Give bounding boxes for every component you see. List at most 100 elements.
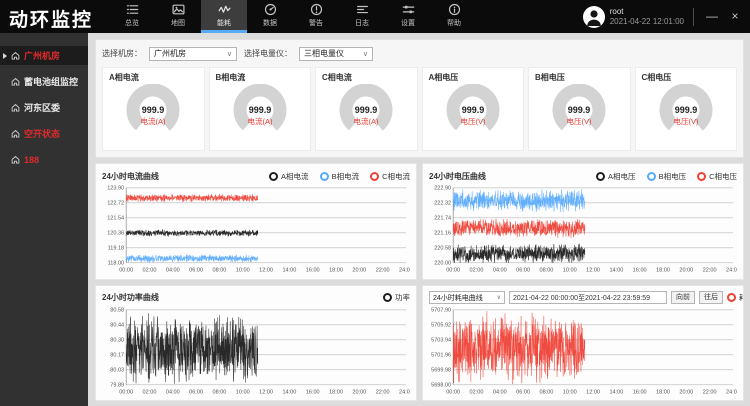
svg-text:80.44: 80.44 — [110, 322, 124, 328]
backward-button[interactable]: 往后 — [699, 291, 723, 304]
svg-text:20:00: 20:00 — [679, 268, 693, 274]
svg-text:22:00: 22:00 — [703, 389, 717, 395]
svg-text:18:00: 18:00 — [329, 268, 343, 274]
legend-ring-icon — [596, 172, 605, 181]
svg-text:123.90: 123.90 — [107, 186, 124, 192]
overview-icon — [126, 3, 139, 16]
close-button[interactable]: × — [726, 0, 744, 33]
date-range-input[interactable] — [509, 291, 667, 304]
nav-tab-settings[interactable]: 设置 — [385, 0, 431, 33]
minimize-button[interactable]: — — [703, 0, 721, 33]
nav-tab-energy[interactable]: 能耗 — [201, 0, 247, 33]
svg-text:22:00: 22:00 — [703, 268, 717, 274]
svg-text:14:00: 14:00 — [282, 389, 296, 395]
legend-item-0[interactable]: 耗电 — [727, 292, 744, 303]
chart-header: 24小时耗电曲线∨向前往后耗电 — [429, 290, 737, 306]
svg-text:18:00: 18:00 — [329, 389, 343, 395]
nav-tab-map[interactable]: 地图 — [155, 0, 201, 33]
legend-item-0[interactable]: A相电流 — [269, 171, 309, 182]
chart-panel-0: 24小时电流曲线A相电流B相电流C相电流123.90122.72121.5412… — [95, 163, 417, 280]
svg-text:02:00: 02:00 — [470, 389, 484, 395]
forward-button[interactable]: 向前 — [671, 291, 695, 304]
sidebar-item-4[interactable]: 188 — [0, 150, 88, 169]
chart-panel-1: 24小时电压曲线A相电压B相电压C相电压222.90222.32221.7422… — [422, 163, 744, 280]
nav-tab-overview[interactable]: 总览 — [109, 0, 155, 33]
home-icon — [11, 77, 20, 86]
sidebar-item-label: 河东区委 — [24, 101, 60, 114]
legend-label: B相电流 — [332, 171, 360, 182]
legend-ring-icon — [697, 172, 706, 181]
svg-text:16:00: 16:00 — [633, 268, 647, 274]
svg-text:06:00: 06:00 — [189, 389, 203, 395]
svg-text:04:00: 04:00 — [166, 389, 180, 395]
chart-header: 24小时功率曲线功率 — [102, 290, 410, 306]
legend-item-2[interactable]: C相电流 — [370, 171, 410, 182]
chart-panel-3: 24小时耗电曲线∨向前往后耗电5707.905705.925703.945701… — [422, 285, 744, 402]
svg-text:00:00: 00:00 — [446, 389, 460, 395]
nav-tab-label: 警告 — [309, 18, 323, 28]
svg-text:5701.96: 5701.96 — [431, 352, 451, 358]
nav-tab-alert[interactable]: 警告 — [293, 0, 339, 33]
sidebar-item-label: 蓄电池组监控 — [24, 75, 78, 88]
room-select[interactable]: 广州机房 ∨ — [149, 47, 237, 61]
legend-label: C相电流 — [382, 171, 410, 182]
gauge-unit-label: 电压(V) — [567, 116, 592, 126]
energy-icon — [218, 3, 231, 16]
legend-item-0[interactable]: A相电压 — [596, 171, 636, 182]
topbar-divider — [693, 8, 694, 26]
legend-item-0[interactable]: 功率 — [383, 292, 410, 303]
svg-text:14:00: 14:00 — [609, 268, 623, 274]
sidebar-item-1[interactable]: 蓄电池组监控 — [0, 72, 88, 91]
gauge-card-1: B相电流999.9电流(A) — [209, 67, 312, 151]
nav-tab-data[interactable]: 数据 — [247, 0, 293, 33]
chart-legend: A相电流 B相电流 C相电流 — [269, 171, 410, 182]
legend-label: A相电流 — [281, 171, 309, 182]
expand-caret-icon — [3, 53, 7, 59]
gauge-value: 999.9 — [248, 105, 271, 115]
sidebar-item-label: 广州机房 — [24, 49, 60, 62]
svg-text:02:00: 02:00 — [470, 268, 484, 274]
gauge-unit-label: 电压(V) — [673, 116, 698, 126]
nav-tab-help[interactable]: 帮助 — [431, 0, 477, 33]
legend-label: 功率 — [395, 292, 410, 303]
svg-text:06:00: 06:00 — [189, 268, 203, 274]
svg-text:10:00: 10:00 — [236, 268, 250, 274]
gauge-title: A相电压 — [429, 72, 518, 83]
sidebar-item-3[interactable]: 空开状态 — [0, 124, 88, 143]
nav-tab-log[interactable]: 日志 — [339, 0, 385, 33]
svg-text:04:00: 04:00 — [493, 389, 507, 395]
avatar[interactable] — [583, 6, 605, 28]
svg-text:12:00: 12:00 — [259, 268, 273, 274]
svg-text:08:00: 08:00 — [213, 268, 227, 274]
room-select-label: 选择机房： — [102, 48, 142, 59]
gauge-arc: 999.9电压(V) — [441, 84, 505, 140]
datetime: 2021-04-22 12:01:00 — [610, 17, 684, 27]
gauge-arc: 999.9电压(V) — [547, 84, 611, 140]
nav-tab-label: 总览 — [125, 18, 139, 28]
gauge-value: 999.9 — [461, 105, 484, 115]
settings-icon — [402, 3, 415, 16]
chevron-down-icon: ∨ — [497, 294, 501, 301]
chart-legend: 功率 — [383, 292, 410, 303]
legend-item-1[interactable]: B相电流 — [320, 171, 360, 182]
nav-tab-label: 地图 — [171, 18, 185, 28]
consumption-type-select[interactable]: 24小时耗电曲线∨ — [429, 291, 505, 304]
legend-label: B相电压 — [659, 171, 687, 182]
svg-text:220.58: 220.58 — [434, 246, 451, 252]
svg-text:220.00: 220.00 — [434, 261, 451, 267]
legend-item-1[interactable]: B相电压 — [647, 171, 687, 182]
chevron-down-icon: ∨ — [227, 50, 232, 58]
svg-text:16:00: 16:00 — [633, 389, 647, 395]
svg-text:119.18: 119.18 — [108, 246, 125, 252]
topbar-right: root 2021-04-22 12:01:00 — × — [583, 0, 750, 33]
meter-select[interactable]: 三相电量仪 ∨ — [299, 47, 373, 61]
user-icon — [583, 6, 605, 28]
legend-item-2[interactable]: C相电压 — [697, 171, 737, 182]
sidebar-item-0[interactable]: 广州机房 — [0, 46, 88, 65]
sidebar-item-2[interactable]: 河东区委 — [0, 98, 88, 117]
nav-tab-label: 能耗 — [217, 18, 231, 28]
gauge-dial: 999.9电流(A) — [322, 84, 411, 140]
chart-legend: A相电压 B相电压 C相电压 — [596, 171, 737, 182]
chart-plot: 80.5880.4480.3080.1780.0379.8900:0002:00… — [102, 306, 410, 397]
svg-text:24:00: 24:00 — [726, 389, 737, 395]
